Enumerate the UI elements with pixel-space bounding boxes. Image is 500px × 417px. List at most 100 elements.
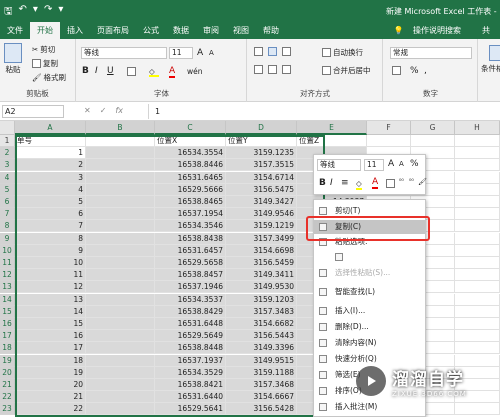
tab-insert[interactable]: 插入 — [60, 22, 90, 39]
tab-data[interactable]: 数据 — [166, 22, 196, 39]
table-cell[interactable] — [455, 257, 500, 269]
row-header[interactable]: 23 — [0, 403, 15, 416]
header-cell[interactable] — [411, 135, 455, 147]
column-header-c[interactable]: C — [155, 121, 226, 135]
table-cell[interactable] — [455, 281, 500, 294]
formula-input[interactable]: 1 — [148, 104, 500, 119]
bold-button[interactable]: B — [82, 66, 89, 76]
row-header[interactable]: 12 — [0, 269, 15, 282]
row-header[interactable]: 8 — [0, 220, 15, 233]
mini-increase-decimal-button[interactable]: ⁰⁰ — [399, 178, 404, 185]
row-header[interactable]: 19 — [0, 354, 15, 367]
column-header-f[interactable]: F — [367, 121, 411, 135]
tab-view[interactable]: 视图 — [226, 22, 256, 39]
row-header[interactable]: 7 — [0, 208, 15, 221]
phonetic-button[interactable]: wén — [187, 67, 203, 76]
table-cell[interactable] — [455, 220, 500, 233]
cut-button[interactable]: ✂ 剪切 — [32, 44, 55, 55]
row-header[interactable]: 13 — [0, 281, 15, 294]
mini-bold-button[interactable]: B — [319, 178, 326, 188]
table-cell[interactable] — [455, 244, 500, 257]
table-cell[interactable] — [455, 232, 500, 245]
row-header[interactable]: 14 — [0, 293, 15, 306]
menu-item-paste-slot[interactable] — [314, 250, 425, 264]
row-header[interactable]: 11 — [0, 257, 15, 269]
mini-grow-font-button[interactable]: A — [388, 159, 394, 169]
save-icon[interactable]: 🖫 — [4, 4, 13, 21]
table-cell[interactable] — [455, 171, 500, 184]
grow-font-button[interactable]: A — [197, 48, 203, 58]
underline-button[interactable]: U — [107, 66, 114, 76]
column-header-e[interactable]: E — [297, 121, 367, 135]
table-cell[interactable] — [455, 293, 500, 306]
borders-button[interactable] — [127, 67, 136, 76]
table-cell[interactable] — [455, 305, 500, 318]
mini-percent-button[interactable]: % — [410, 159, 419, 169]
fill-color-button[interactable]: ◇ — [149, 67, 159, 77]
column-header-a[interactable]: A — [15, 121, 86, 135]
enter-icon[interactable]: ✓ — [100, 106, 107, 115]
font-color-button[interactable]: A — [169, 66, 176, 78]
undo-icon[interactable]: ↶ — [19, 4, 27, 21]
menu-item-clear-contents[interactable]: 清除内容(N) — [314, 336, 425, 350]
row-header[interactable]: 16 — [0, 318, 15, 330]
copy-button[interactable]: 复制 — [32, 58, 58, 69]
row-header[interactable]: 20 — [0, 366, 15, 379]
cancel-icon[interactable]: ✕ — [84, 106, 91, 115]
row-header[interactable]: 9 — [0, 232, 15, 245]
menu-item-delete[interactable]: 删除(D)... — [314, 320, 425, 334]
customize-qat-icon[interactable]: ▾ — [58, 4, 63, 21]
italic-button[interactable]: I — [95, 66, 98, 76]
insert-function-icon[interactable]: fx — [115, 106, 123, 115]
right-align-button[interactable] — [282, 65, 291, 74]
row-header[interactable]: 21 — [0, 379, 15, 391]
menu-item-insert[interactable]: 插入(I)... — [314, 304, 425, 318]
undo-dropdown-icon[interactable]: ▾ — [33, 4, 38, 21]
table-cell[interactable] — [455, 196, 500, 208]
top-align-button[interactable] — [254, 47, 263, 56]
mini-italic-button[interactable]: I — [330, 178, 333, 188]
row-header[interactable]: 5 — [0, 183, 15, 196]
mini-size-dropdown[interactable]: 11 — [364, 159, 384, 171]
tell-me-search[interactable]: 💡 操作说明搜索 — [389, 22, 475, 39]
mini-align-button[interactable]: ≡ — [341, 178, 349, 188]
share-button[interactable]: 共 — [475, 22, 500, 39]
format-painter-button[interactable]: 🖌 格式刷 — [32, 72, 66, 83]
table-cell[interactable] — [455, 208, 500, 221]
font-size-dropdown[interactable]: 11 — [169, 47, 193, 59]
conditional-format-button[interactable]: 条件格式 — [481, 45, 500, 74]
middle-align-button[interactable] — [268, 47, 277, 56]
merge-center-button[interactable]: 合并后居中 — [322, 65, 371, 76]
row-header[interactable]: 10 — [0, 244, 15, 257]
table-cell[interactable] — [455, 159, 500, 172]
table-cell[interactable] — [455, 269, 500, 282]
column-header-d[interactable]: D — [226, 121, 297, 135]
redo-icon[interactable]: ↷ — [44, 4, 52, 21]
header-cell[interactable] — [367, 135, 411, 147]
number-format-dropdown[interactable]: 常规 — [390, 47, 472, 59]
center-align-button[interactable] — [268, 65, 277, 74]
row-header[interactable]: 15 — [0, 305, 15, 318]
table-cell[interactable] — [455, 318, 500, 330]
mini-format-painter-button[interactable]: 🖌 — [418, 178, 427, 186]
currency-button[interactable] — [392, 66, 401, 75]
row-header[interactable]: 2 — [0, 147, 15, 160]
row-header[interactable]: 18 — [0, 342, 15, 355]
shrink-font-button[interactable]: A — [209, 49, 214, 57]
name-box[interactable]: A2 — [2, 105, 64, 118]
table-cell[interactable] — [455, 147, 500, 160]
mini-decrease-decimal-button[interactable]: ⁰⁰ — [409, 178, 414, 185]
tab-formulas[interactable]: 公式 — [136, 22, 166, 39]
mini-font-color-button[interactable]: A — [372, 177, 379, 189]
tab-help[interactable]: 帮助 — [256, 22, 286, 39]
percent-button[interactable]: % — [410, 66, 419, 76]
mini-fill-color-button[interactable]: ◇ — [356, 179, 362, 190]
tab-page-layout[interactable]: 页面布局 — [90, 22, 136, 39]
font-name-dropdown[interactable]: 等线 — [81, 47, 167, 59]
menu-item-paste-special[interactable]: 选择性粘贴(S)... — [314, 266, 425, 280]
column-header-b[interactable]: B — [86, 121, 155, 135]
menu-item-smart-lookup[interactable]: 智能查找(L) — [314, 285, 425, 299]
tab-home[interactable]: 开始 — [30, 22, 60, 39]
paste-button[interactable]: 粘贴 — [4, 43, 22, 75]
bottom-align-button[interactable] — [282, 47, 291, 56]
